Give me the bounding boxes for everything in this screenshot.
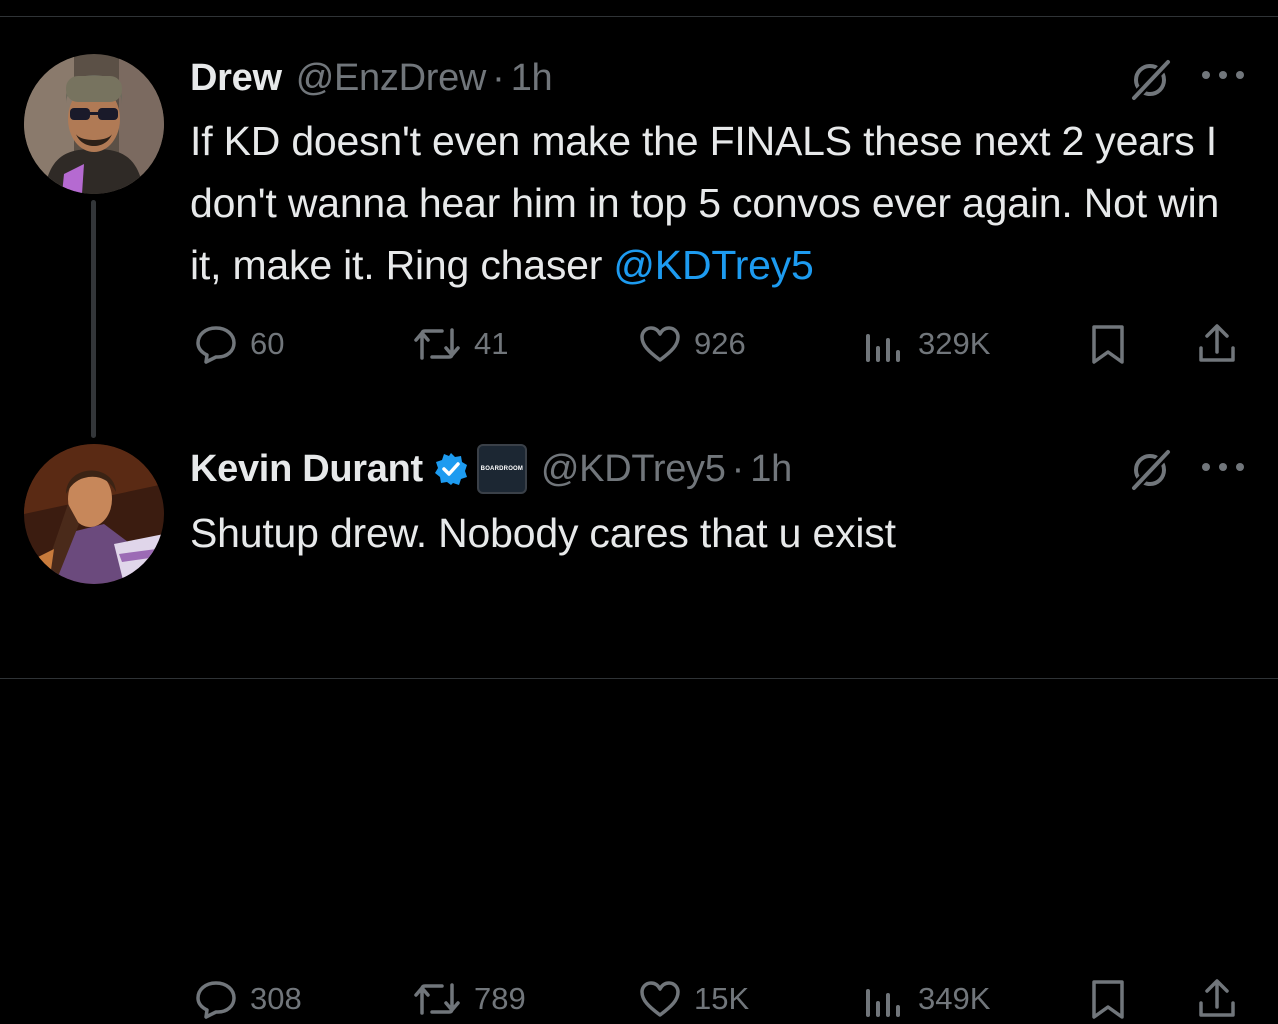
share-button[interactable]	[1195, 974, 1239, 1024]
reply-count: 308	[250, 981, 302, 1016]
like-button[interactable]: 15K	[638, 974, 749, 1024]
bottom-divider	[0, 678, 1278, 679]
more-icon[interactable]	[1200, 460, 1246, 478]
share-icon	[1195, 322, 1239, 366]
timestamp[interactable]: 1h	[750, 448, 792, 491]
repost-button[interactable]: 789	[412, 974, 526, 1024]
reply-icon	[194, 324, 238, 364]
tweet-actions: 60 41 926 329K	[190, 319, 1250, 369]
affiliate-badge[interactable]: BOARDROOM	[476, 444, 527, 494]
user-handle[interactable]: @KDTrey5	[541, 448, 726, 491]
user-handle[interactable]: @EnzDrew	[296, 57, 487, 100]
bookmark-button[interactable]	[1088, 974, 1128, 1024]
repost-button[interactable]: 41	[412, 319, 508, 369]
avatar-kevin-durant[interactable]	[24, 444, 164, 584]
display-name[interactable]: Kevin Durant	[190, 448, 423, 491]
views-icon	[862, 979, 906, 1019]
views-button[interactable]: 329K	[862, 319, 990, 369]
views-icon	[862, 324, 906, 364]
thread-connector-line	[91, 200, 96, 438]
grok-icon[interactable]	[1126, 446, 1174, 499]
tweet-header: Drew @EnzDrew · 1h	[190, 52, 553, 104]
timestamp[interactable]: 1h	[511, 57, 553, 100]
top-divider	[0, 16, 1278, 17]
separator-dot: ·	[731, 447, 745, 490]
repost-count: 789	[474, 981, 526, 1016]
repost-count: 41	[474, 326, 509, 361]
reply-count: 60	[250, 326, 285, 361]
like-count: 926	[694, 326, 746, 361]
views-button[interactable]: 349K	[862, 974, 990, 1024]
reply-icon	[194, 979, 238, 1019]
repost-icon	[412, 979, 462, 1019]
repost-icon	[412, 324, 462, 364]
tweet-text: Shutup drew. Nobody cares that u exist	[190, 510, 896, 556]
bookmark-icon	[1088, 322, 1128, 366]
views-count: 329K	[918, 326, 991, 361]
affiliate-label: BOARDROOM	[480, 466, 524, 472]
grok-icon[interactable]	[1126, 56, 1174, 109]
like-icon	[638, 324, 682, 364]
separator-dot: ·	[492, 56, 505, 99]
like-button[interactable]: 926	[638, 319, 746, 369]
share-icon	[1195, 977, 1239, 1021]
reply-button[interactable]: 308	[194, 974, 302, 1024]
like-count: 15K	[694, 981, 750, 1016]
mention-link[interactable]: @KDTrey5	[613, 242, 813, 288]
verified-badge-icon[interactable]	[433, 451, 469, 487]
bookmark-button[interactable]	[1088, 319, 1128, 369]
reply-button[interactable]: 60	[194, 319, 284, 369]
tweet-header: Kevin Durant BOARDROOM @KDTrey5 · 1h	[190, 443, 792, 495]
more-icon[interactable]	[1200, 68, 1246, 86]
display-name[interactable]: Drew	[190, 57, 282, 100]
bookmark-icon	[1088, 977, 1128, 1021]
tweet-actions: 308 789 15K 349K	[190, 974, 1250, 1024]
tweet-text: If KD doesn't even make the FINALS these…	[190, 110, 1250, 296]
like-icon	[638, 979, 682, 1019]
share-button[interactable]	[1195, 319, 1239, 369]
views-count: 349K	[918, 981, 991, 1016]
avatar-drew[interactable]	[24, 54, 164, 194]
